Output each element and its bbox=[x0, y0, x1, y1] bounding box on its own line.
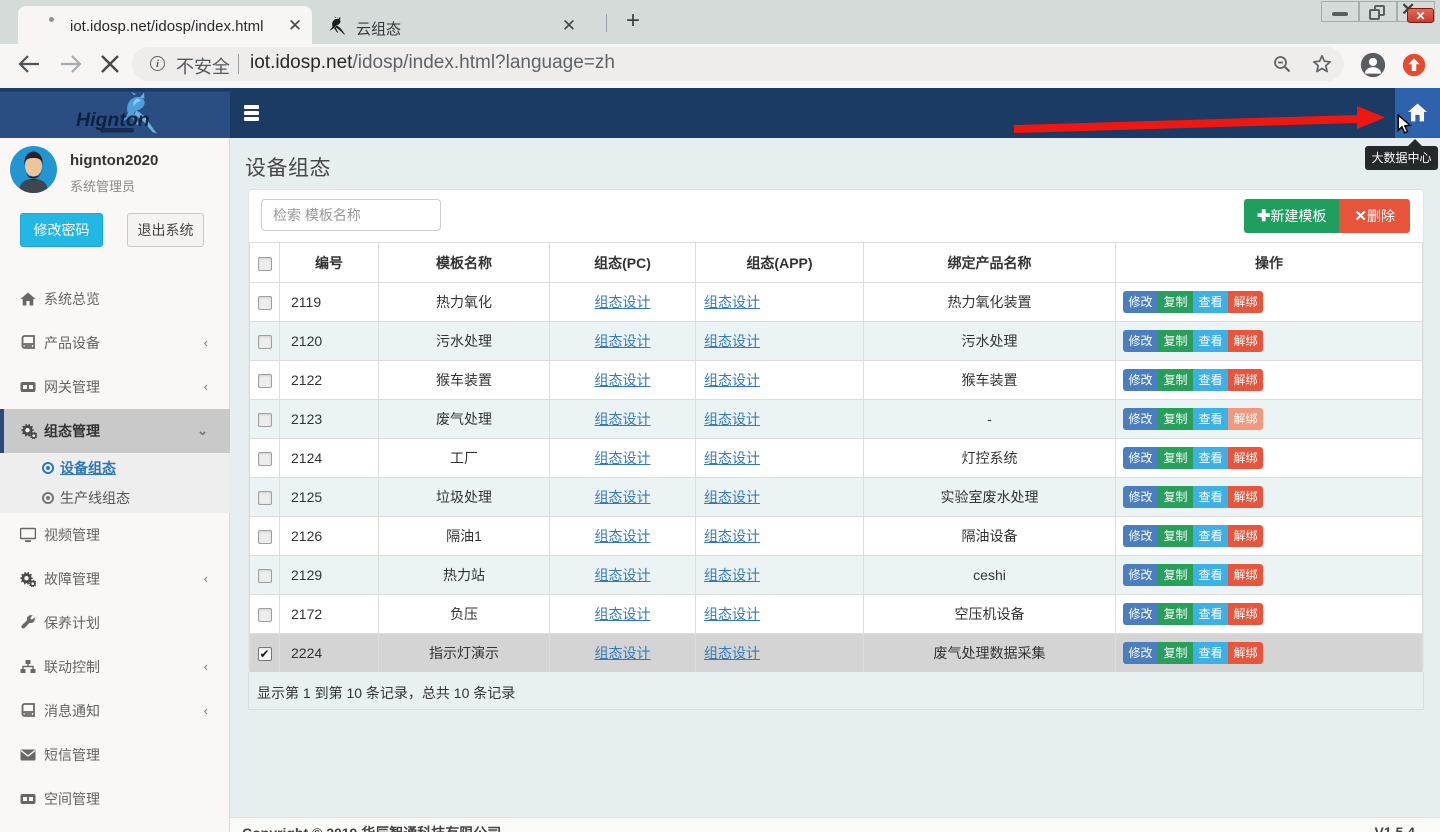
svg-text:Hignton: Hignton bbox=[76, 109, 150, 131]
